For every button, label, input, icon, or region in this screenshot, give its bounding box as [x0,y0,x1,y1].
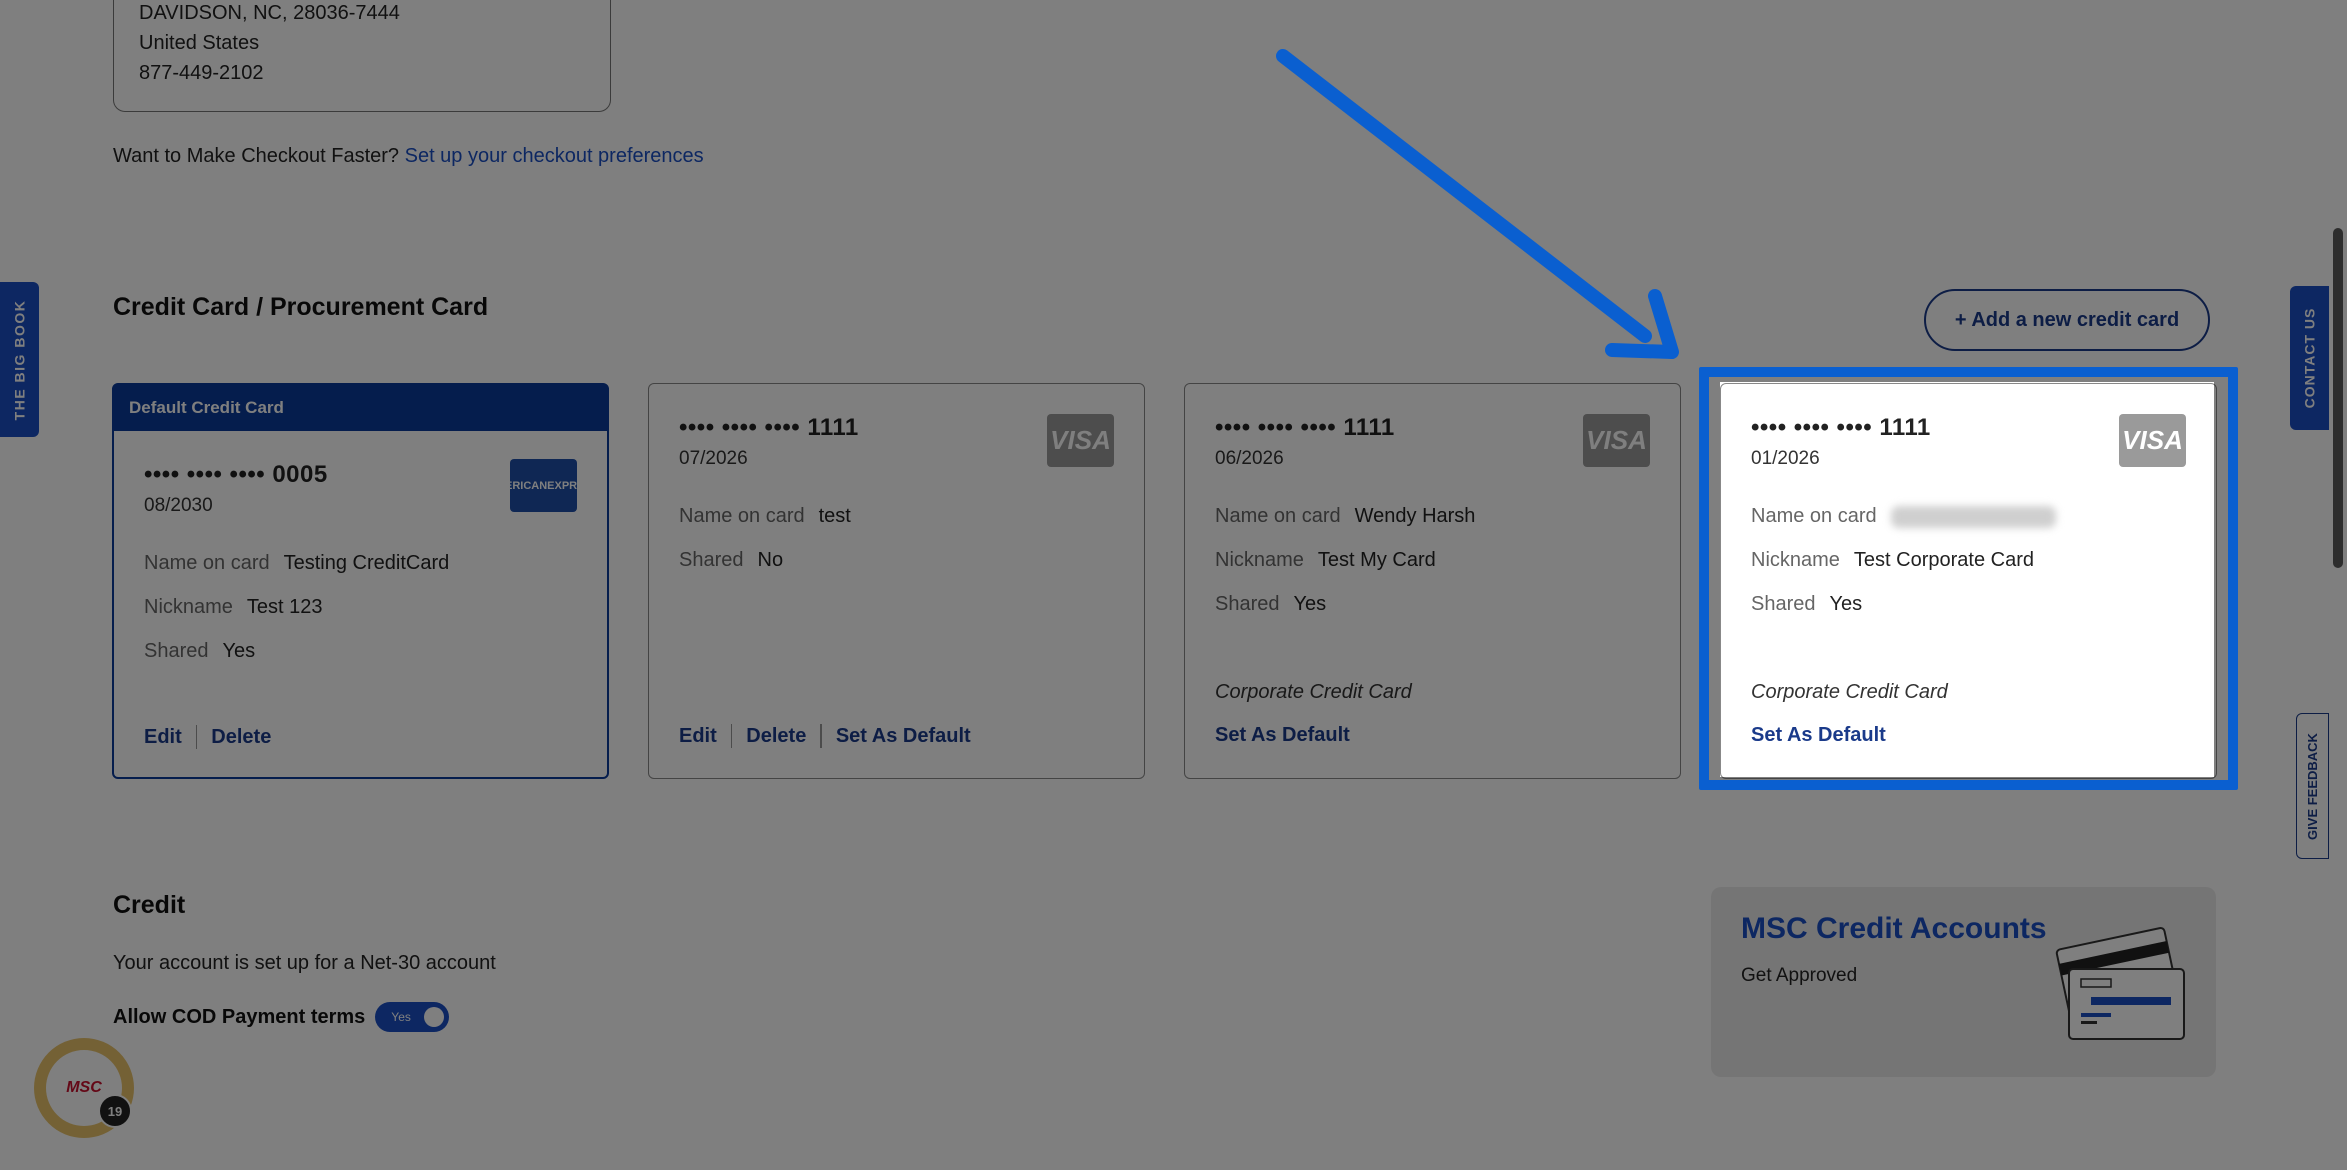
shared-label: Shared [679,549,744,571]
address-phone-line: 877-449-2102 [139,62,264,84]
card-nickname-row: Nickname Test Corporate Card [1751,549,2034,572]
give-feedback-tab[interactable]: GIVE FEEDBACK [2296,713,2329,859]
msc-rewards-badge[interactable]: MSC 19 [34,1038,134,1138]
nickname-label: Nickname [1751,549,1840,571]
shared-label: Shared [1215,593,1280,615]
credit-title: Credit [113,891,186,919]
cod-label: Allow COD Payment terms [113,1005,366,1028]
scrollbar-thumb[interactable] [2333,228,2343,568]
notification-count: 19 [98,1094,132,1128]
shared-label: Shared [1751,593,1816,615]
section-title: Credit Card / Procurement Card [113,293,489,321]
card-shared-row: Shared Yes [144,640,255,663]
delete-card-link[interactable]: Delete [746,725,806,748]
default-card-header: Default Credit Card [114,385,607,431]
edit-card-link[interactable]: Edit [679,725,717,748]
add-credit-card-button[interactable]: + Add a new credit card [1924,289,2210,351]
credit-panel: Credit Your account is set up for a Net-… [74,847,2254,1115]
nickname-label: Nickname [144,596,233,618]
shared-value: Yes [222,640,256,662]
promo-subtitle: Get Approved [1741,965,1858,986]
cod-toggle-text: Yes [391,1010,411,1024]
address-box: DAVIDSON, NC, 28036-7444 United States 8… [113,0,611,112]
set-as-default-link[interactable]: Set As Default [1751,724,1886,747]
credit-card-highlighted: •••• •••• •••• 1111 01/2026 VISA Name on… [1720,383,2217,779]
shared-label: Shared [144,640,209,662]
big-book-tab[interactable]: THE BIG BOOK [0,282,39,437]
msc-credit-promo[interactable]: MSC Credit Accounts Get Approved [1711,887,2216,1077]
next-panel [74,1145,2254,1170]
card-name-row: Name on card Testing CreditCard [144,552,449,575]
name-on-card-value: test [818,505,851,527]
card-actions: Set As Default [1215,724,1350,747]
card-type-label: Corporate Credit Card [1215,681,1412,703]
nickname-value: Test 123 [246,596,323,618]
card-nickname-row: Nickname Test My Card [1215,549,1436,572]
name-on-card-label: Name on card [144,552,270,574]
name-on-card-value: Testing CreditCard [283,552,450,574]
feedback-label: GIVE FEEDBACK [2305,732,2320,840]
card-actions: Edit Delete Set As Default [679,724,971,748]
delete-card-link[interactable]: Delete [211,726,271,749]
visa-logo-icon: VISA [2119,414,2186,467]
name-on-card-label: Name on card [1215,505,1341,527]
cod-row: Allow COD Payment terms Yes [113,1002,450,1032]
toggle-knob [424,1007,445,1027]
checkout-faster-text: Want to Make Checkout Faster? Set up you… [113,145,704,168]
checkout-prompt: Want to Make Checkout Faster? [113,145,400,167]
set-as-default-link[interactable]: Set As Default [1215,724,1350,747]
nickname-value: Test My Card [1317,549,1436,571]
shared-value: Yes [1829,593,1863,615]
contact-us-tab[interactable]: CONTACT US [2290,286,2329,430]
card-name-row: Name on card test [679,505,851,528]
card-shared-row: Shared Yes [1215,593,1326,616]
card-shared-row: Shared Yes [1751,593,1862,616]
checkout-preferences-link[interactable]: Set up your checkout preferences [405,145,704,167]
card-nickname-row: Nickname Test 123 [144,596,323,619]
action-divider [820,724,822,748]
cod-toggle[interactable]: Yes [375,1002,450,1032]
promo-title: MSC Credit Accounts [1741,912,2047,945]
nickname-label: Nickname [1215,549,1304,571]
card-name-row: Name on card [1751,505,2056,528]
card-type-label: Corporate Credit Card [1751,681,1948,703]
edit-card-link[interactable]: Edit [144,726,182,749]
shared-value: Yes [1293,593,1327,615]
nickname-value: Test Corporate Card [1853,549,2034,571]
address-city-line: DAVIDSON, NC, 28036-7444 [139,2,400,24]
credit-cards-illustration-icon [2055,927,2185,1040]
big-book-label: THE BIG BOOK [11,299,28,420]
credit-card-default: Default Credit Card •••• •••• •••• 0005 … [112,383,609,779]
credit-card-item: •••• •••• •••• 1111 06/2026 VISA Name on… [1184,383,1681,779]
name-on-card-value: Wendy Harsh [1354,505,1476,527]
credit-cards-panel: Credit Card / Procurement Card + Add a n… [74,252,2254,818]
amex-logo-icon: AMERICAN EXPRESS [488,459,599,512]
card-actions: Edit Delete [144,725,271,749]
name-on-card-label: Name on card [679,505,805,527]
shipping-address-panel: DAVIDSON, NC, 28036-7444 United States 8… [74,0,2254,220]
redacted-name [1890,505,2056,528]
action-divider [730,724,733,748]
card-shared-row: Shared No [679,549,783,572]
visa-logo-icon: VISA [1583,414,1650,467]
visa-logo-icon: VISA [1047,414,1114,467]
shared-value: No [757,549,784,571]
name-on-card-label: Name on card [1751,505,1877,527]
credit-card-item: •••• •••• •••• 1111 07/2026 VISA Name on… [648,383,1145,779]
card-name-row: Name on card Wendy Harsh [1215,505,1475,528]
net-terms-text: Your account is set up for a Net-30 acco… [113,952,496,974]
action-divider [195,725,198,749]
address-country-line: United States [139,32,260,54]
card-actions: Set As Default [1751,724,1886,747]
contact-us-label: CONTACT US [2301,307,2318,409]
set-as-default-link[interactable]: Set As Default [836,725,971,748]
